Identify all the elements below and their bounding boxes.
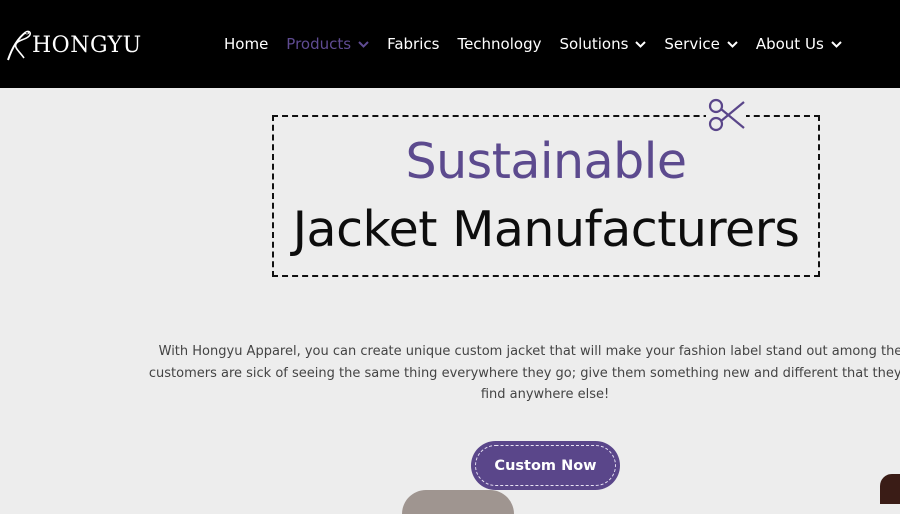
main-nav: Home Products Fabrics Technology Solutio… bbox=[224, 32, 860, 56]
chevron-down-icon bbox=[358, 40, 369, 48]
nav-item-label: Home bbox=[224, 35, 269, 53]
nav-item-service[interactable]: Service bbox=[664, 35, 738, 53]
intro-line: With Hongyu Apparel, you can create uniq… bbox=[158, 344, 900, 359]
nav-item-home[interactable]: Home bbox=[224, 35, 268, 53]
hero-title-line2: Jacket Manufacturers bbox=[292, 201, 800, 258]
nav-item-label: About Us bbox=[755, 35, 824, 53]
nav-item-label: Products bbox=[286, 35, 352, 53]
custom-now-button-label: Custom Now bbox=[494, 457, 597, 474]
chevron-down-icon bbox=[635, 40, 647, 48]
custom-now-button[interactable]: Custom Now bbox=[471, 441, 620, 490]
nav-item-label: Fabrics bbox=[387, 35, 440, 53]
nav-item-label: Technology bbox=[457, 35, 542, 53]
model-photo-partial bbox=[402, 490, 514, 514]
nav-item-technology[interactable]: Technology bbox=[457, 35, 541, 53]
site-header: HONGYU Home Products Fabrics Technology … bbox=[0, 0, 900, 88]
nav-item-label: Service bbox=[664, 35, 720, 53]
nav-item-about-us[interactable]: About Us bbox=[756, 35, 842, 53]
chevron-down-icon bbox=[831, 40, 842, 48]
nav-item-fabrics[interactable]: Fabrics bbox=[387, 35, 439, 53]
hero-title-line1: Sustainable bbox=[405, 133, 688, 190]
nav-item-label: Solutions bbox=[559, 35, 629, 53]
nav-item-solutions[interactable]: Solutions bbox=[559, 35, 647, 53]
needle-thread-icon bbox=[4, 28, 34, 62]
nav-item-products[interactable]: Products bbox=[286, 35, 369, 53]
scissors-icon bbox=[706, 95, 746, 135]
brand-logo[interactable]: HONGYU bbox=[4, 28, 142, 62]
chevron-down-icon bbox=[727, 40, 738, 48]
intro-line: find anywhere else! bbox=[480, 387, 610, 402]
hero-intro-text: With Hongyu Apparel, you can create uniq… bbox=[110, 341, 900, 406]
intro-line: customers are sick of seeing the same th… bbox=[148, 365, 900, 381]
brand-name: HONGYU bbox=[32, 32, 142, 58]
